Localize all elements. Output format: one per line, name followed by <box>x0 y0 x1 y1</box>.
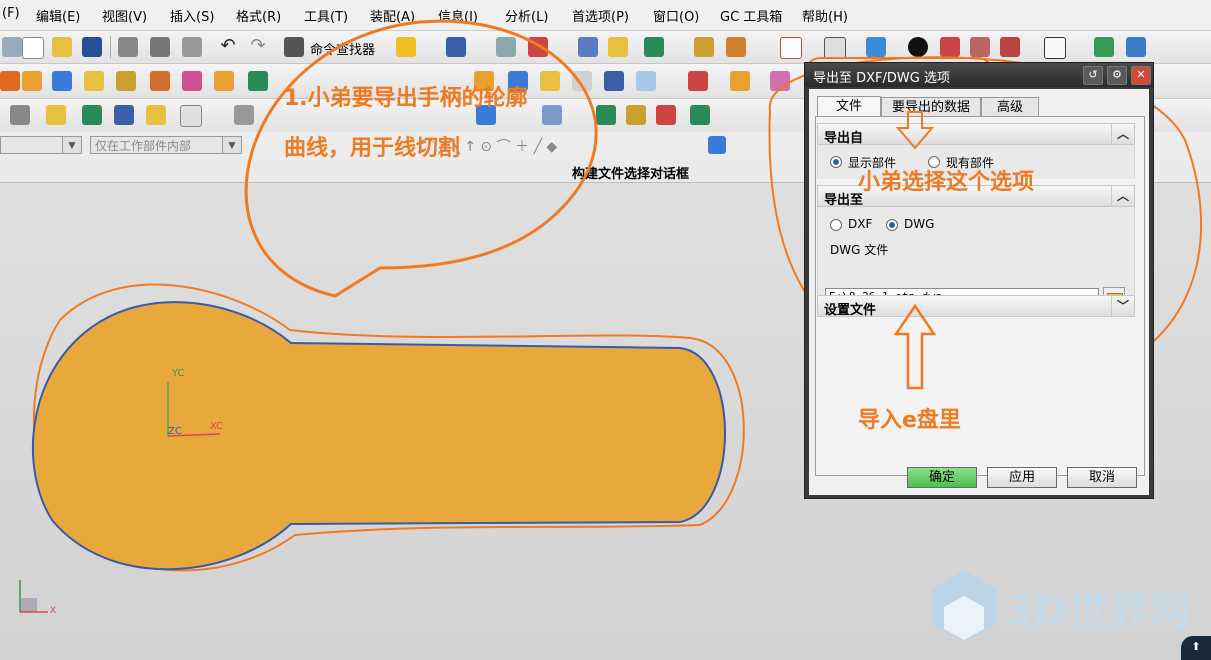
down-arrow-icon <box>895 111 935 150</box>
arrow-layer <box>893 111 937 390</box>
watermark-url: WWW.3DSJW.COM <box>1012 622 1129 633</box>
choose-option-note: 小弟选择这个选项 <box>858 170 1035 195</box>
watermark-cube-logo <box>932 570 996 642</box>
up-arrow-icon <box>893 303 937 390</box>
import-drive-note: 导入e盘里 <box>858 408 961 433</box>
scroll-top-button[interactable]: ⬆ <box>1181 636 1211 660</box>
